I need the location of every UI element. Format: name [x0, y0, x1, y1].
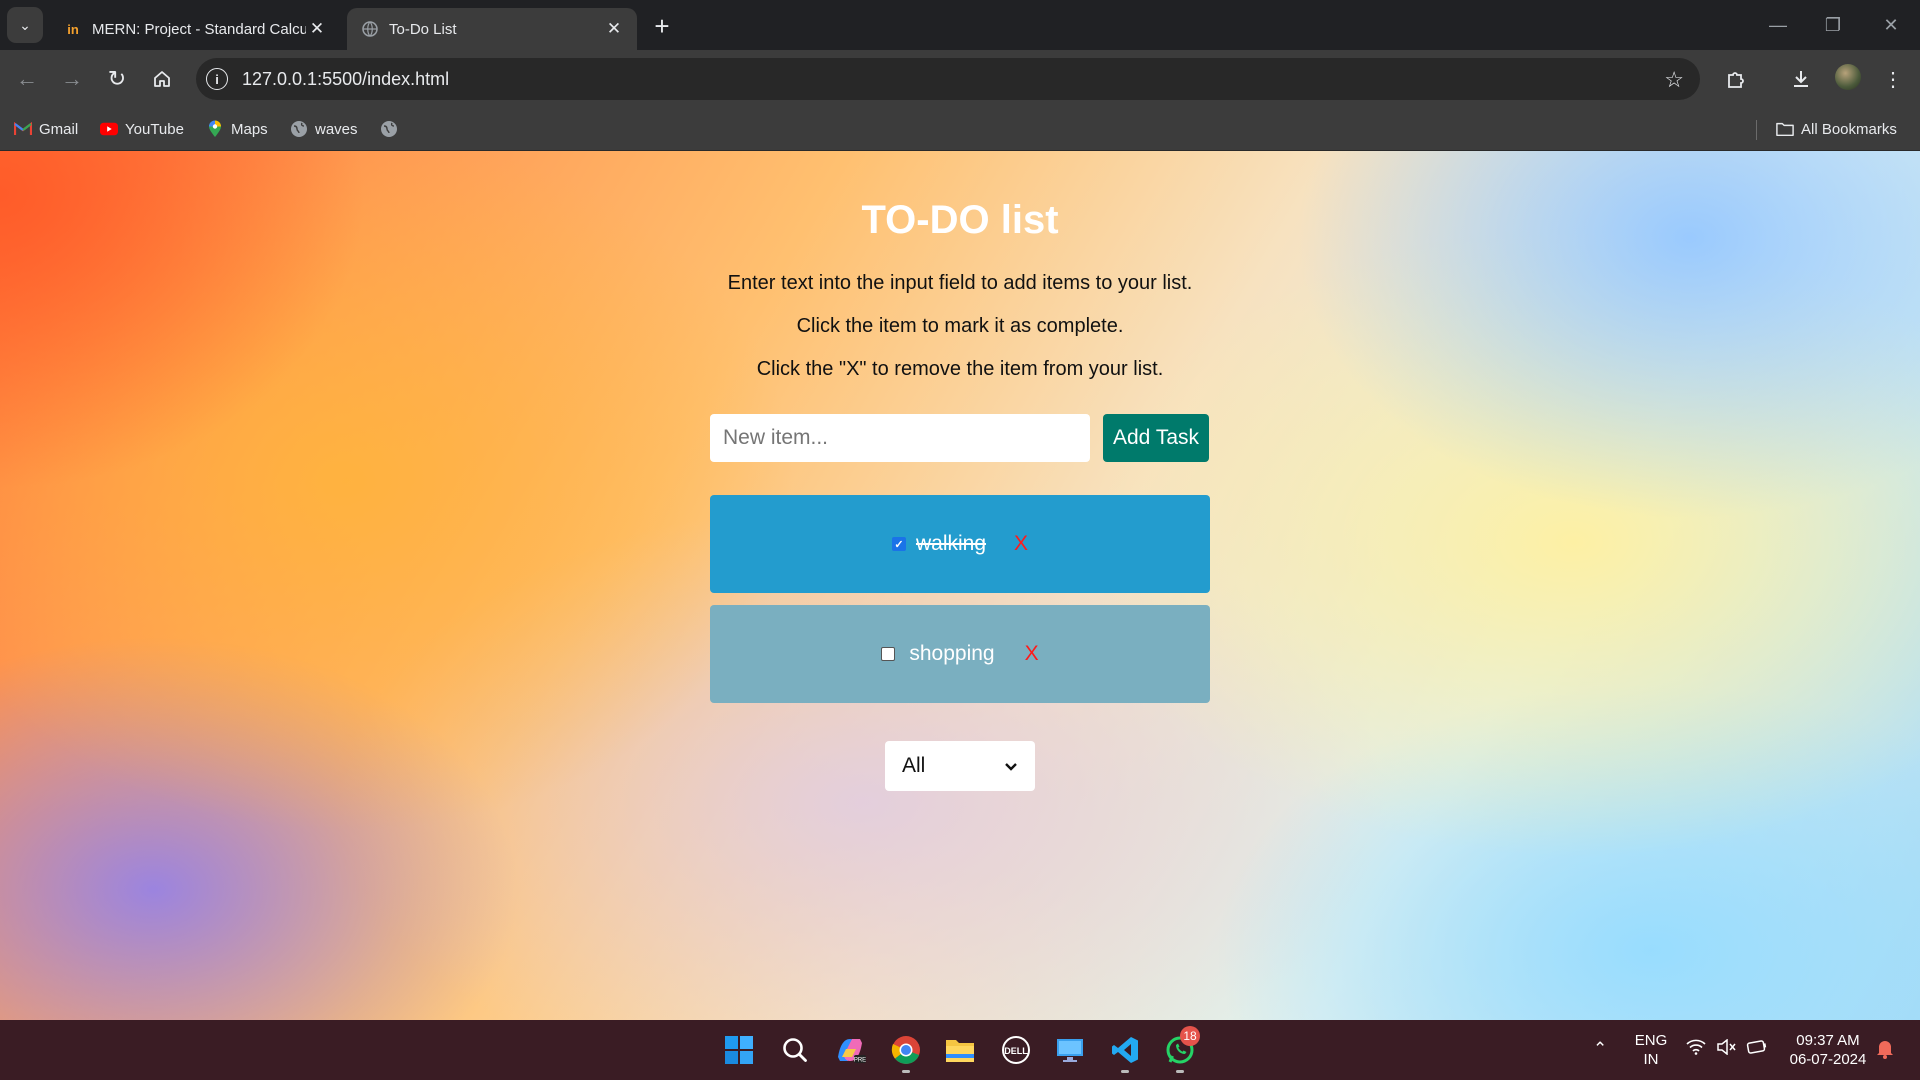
file-explorer-icon[interactable]	[942, 1032, 978, 1068]
kebab-menu-icon[interactable]: ⋮	[1876, 62, 1910, 96]
search-icon[interactable]	[777, 1032, 813, 1068]
battery-icon[interactable]	[1746, 1039, 1768, 1060]
todo-text[interactable]: walking	[916, 532, 986, 556]
svg-text:DELL: DELL	[1004, 1046, 1028, 1056]
completed-checkbox[interactable]: ✓	[891, 537, 906, 551]
tab-search-chevron-icon[interactable]: ⌄	[7, 7, 43, 43]
delete-item-button[interactable]: X	[1014, 532, 1028, 556]
clock-date: 06-07-2024	[1789, 1051, 1867, 1068]
running-indicator	[1121, 1070, 1129, 1073]
delete-item-button[interactable]: X	[1025, 642, 1039, 666]
profile-avatar[interactable]	[1835, 64, 1861, 90]
url-text: 127.0.0.1:5500/index.html	[242, 69, 450, 89]
add-task-button[interactable]: Add Task	[1103, 414, 1209, 462]
all-bookmarks[interactable]: All Bookmarks	[1776, 117, 1897, 141]
close-tab-icon[interactable]: ✕	[603, 18, 625, 40]
bookmarks-separator	[1756, 120, 1757, 140]
home-icon[interactable]	[145, 62, 179, 96]
chevron-down-icon	[1004, 754, 1018, 778]
filter-selected-value: All	[902, 754, 926, 777]
windows-start-icon[interactable]	[721, 1032, 757, 1068]
todo-text[interactable]: shopping	[909, 642, 994, 666]
extensions-icon[interactable]	[1719, 62, 1753, 96]
language-code: ENG	[1634, 1032, 1668, 1049]
tab-mern-project[interactable]: in MERN: Project - Standard Calcu ✕	[50, 8, 340, 50]
bookmark-maps[interactable]: Maps	[206, 117, 268, 141]
all-bookmarks-label: All Bookmarks	[1801, 120, 1897, 138]
vscode-icon[interactable]	[1107, 1032, 1143, 1068]
todo-app-page: TO-DO list Enter text into the input fie…	[0, 151, 1920, 1020]
bookmarks-bar: Gmail YouTube Maps waves All Bookmarks	[0, 108, 1920, 151]
new-tab-plus-icon[interactable]: +	[648, 11, 676, 41]
new-item-input[interactable]	[710, 414, 1090, 462]
notification-bell-icon[interactable]	[1876, 1039, 1894, 1064]
folder-icon	[1776, 120, 1794, 138]
bookmark-label: Gmail	[39, 120, 79, 138]
site-info-icon[interactable]: i	[206, 68, 228, 90]
clock-time: 09:37 AM	[1796, 1032, 1860, 1049]
maps-icon	[206, 120, 224, 138]
completed-checkbox[interactable]	[881, 647, 896, 661]
notification-badge: 18	[1180, 1026, 1200, 1046]
gmail-icon	[14, 120, 32, 138]
desktop-icon[interactable]	[1052, 1032, 1088, 1068]
bookmark-waves[interactable]: waves	[290, 117, 358, 141]
close-tab-icon[interactable]: ✕	[306, 18, 328, 40]
in-logo-icon: in	[67, 21, 79, 37]
svg-text:PRE: PRE	[854, 1058, 866, 1064]
bookmark-label: Maps	[231, 120, 268, 138]
back-arrow-icon[interactable]: ←	[10, 62, 44, 96]
wifi-icon[interactable]	[1686, 1039, 1706, 1060]
bookmark-youtube[interactable]: YouTube	[100, 117, 184, 141]
bookmark-label: YouTube	[125, 120, 184, 138]
chrome-icon[interactable]	[888, 1032, 924, 1068]
forward-arrow-icon[interactable]: →	[55, 62, 89, 96]
address-bar[interactable]: i 127.0.0.1:5500/index.html ☆	[196, 58, 1700, 100]
dell-icon[interactable]: DELL	[998, 1032, 1034, 1068]
chevron-up-icon[interactable]: ⌃	[1593, 1039, 1607, 1059]
language-indicator[interactable]: ENG IN	[1628, 1031, 1674, 1069]
instruction-text: Click the item to mark it as complete.	[796, 315, 1124, 337]
browser-tab-strip: ⌄ in MERN: Project - Standard Calcu ✕ To…	[0, 0, 1920, 50]
instruction-text: Enter text into the input field to add i…	[727, 272, 1193, 294]
minimize-window-icon[interactable]: —	[1763, 10, 1793, 40]
running-indicator	[1176, 1070, 1184, 1073]
volume-muted-icon[interactable]	[1716, 1038, 1736, 1060]
globe-icon	[380, 120, 398, 138]
bookmark-gmail[interactable]: Gmail	[14, 117, 78, 141]
whatsapp-icon[interactable]: 18	[1162, 1026, 1200, 1068]
tab-title: To-Do List	[389, 20, 457, 38]
todo-item-walking[interactable]: ✓ walking X	[710, 495, 1210, 593]
tab-title: MERN: Project - Standard Calcu	[92, 20, 306, 38]
bookmark-star-icon[interactable]: ☆	[1664, 67, 1684, 93]
youtube-icon	[100, 120, 118, 138]
filter-select[interactable]: All	[885, 741, 1035, 791]
globe-icon	[290, 120, 308, 138]
restore-window-icon[interactable]: ❐	[1818, 10, 1848, 40]
clock[interactable]: 09:37 AM 06-07-2024	[1780, 1031, 1876, 1069]
bookmark-unnamed[interactable]	[380, 117, 405, 141]
downloads-icon[interactable]	[1784, 62, 1818, 96]
running-indicator	[902, 1070, 910, 1073]
instruction-text: Click the "X" to remove the item from yo…	[756, 358, 1164, 380]
tab-to-do-list[interactable]: To-Do List ✕	[347, 8, 637, 50]
todo-item-shopping[interactable]: shopping X	[710, 605, 1210, 703]
page-title: TO-DO list	[861, 198, 1059, 242]
bookmark-label: waves	[315, 120, 358, 138]
globe-icon	[361, 20, 379, 38]
close-window-icon[interactable]: ✕	[1876, 10, 1906, 40]
browser-toolbar: ← → ↻ i 127.0.0.1:5500/index.html ☆ ⋮	[0, 50, 1920, 108]
copilot-icon[interactable]: PRE	[832, 1032, 868, 1068]
region-code: IN	[1643, 1051, 1659, 1068]
reload-icon[interactable]: ↻	[100, 62, 134, 96]
windows-taskbar: PRE DELL 18 ⌃ ENG IN 09:37 AM 06-07-2024	[0, 1020, 1920, 1080]
